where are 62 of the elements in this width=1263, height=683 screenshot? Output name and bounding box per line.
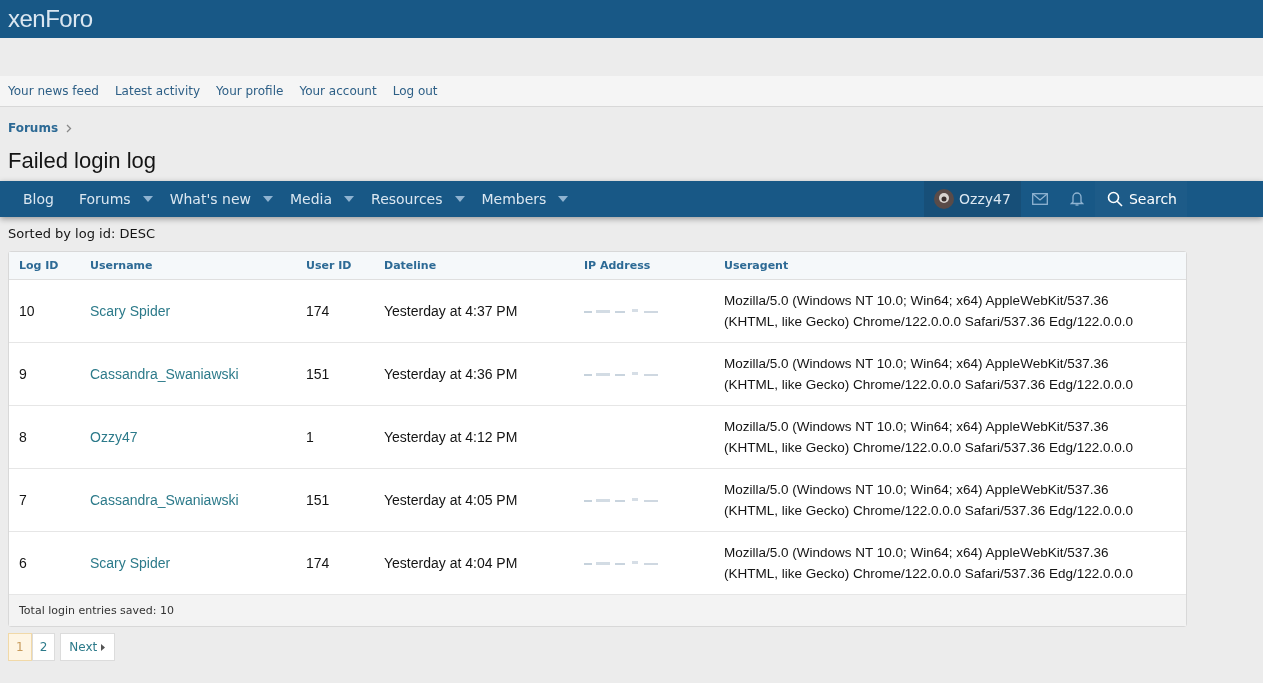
caret-icon[interactable] [454,196,465,202]
table-cell: 9 [9,342,80,406]
caret-right-icon [101,643,107,651]
table-cell: 7 [9,468,80,532]
column-header: Log ID [9,252,80,280]
caret-icon[interactable] [558,196,569,202]
caret-icon[interactable] [142,196,153,202]
envelope-icon[interactable] [1031,193,1048,205]
username-link[interactable]: Cassandra_Swaniawski [90,366,239,382]
nav-tab[interactable]: What's new [156,191,263,207]
column-header: Dateline [374,252,574,280]
table-cell: Mozilla/5.0 (Windows NT 10.0; Win64; x64) AppleWebKit/537.36 (KHTML, like Gecko) Chrome/122.0.0.0 Safari/537.36 Edg/122.0.0.0 [714,468,1186,532]
username-link[interactable]: Scary Spider [90,555,171,571]
table-cell: 8 [9,405,80,469]
nav-tab[interactable]: Blog [10,191,66,207]
table-cell: Yesterday at 4:37 PM [374,279,574,343]
table-cell: 174 [296,531,374,595]
avatar-icon [934,189,955,209]
table-cell: Mozilla/5.0 (Windows NT 10.0; Win64; x64) AppleWebKit/537.36 (KHTML, like Gecko) Chrome/122.0.0.0 Safari/537.36 Edg/122.0.0.0 [714,342,1186,406]
account-link[interactable]: Your news feed [8,84,99,98]
table-cell: Yesterday at 4:04 PM [374,531,574,595]
username-link[interactable]: Ozzy47 [90,429,138,445]
caret-icon[interactable] [262,196,273,202]
table-cell: Mozilla/5.0 (Windows NT 10.0; Win64; x64) AppleWebKit/537.36 (KHTML, like Gecko) Chrome/122.0.0.0 Safari/537.36 Edg/122.0.0.0 [714,279,1186,343]
account-link[interactable]: Log out [392,84,438,98]
table-cell: 151 [296,342,374,406]
table-cell: Yesterday at 4:12 PM [374,405,574,469]
account-link[interactable]: Your profile [216,84,284,98]
page-title: Failed login log [8,147,157,175]
column-header: Useragent [714,252,1186,280]
bell-icon[interactable] [1069,191,1084,207]
account-link[interactable]: Latest activity [114,84,201,98]
username-link[interactable]: Cassandra_Swaniawski [90,492,239,508]
table-cell: Mozilla/5.0 (Windows NT 10.0; Win64; x64) AppleWebKit/537.36 (KHTML, like Gecko) Chrome/122.0.0.0 Safari/537.36 Edg/122.0.0.0 [714,531,1186,595]
table-footer: Total login entries saved: 10 [9,595,1186,626]
nav-tab[interactable]: Forums [65,191,143,207]
sort-note: Sorted by log id: DESC [7,225,156,243]
table-cell: Mozilla/5.0 (Windows NT 10.0; Win64; x64) AppleWebKit/537.36 (KHTML, like Gecko) Chrome/122.0.0.0 Safari/537.36 Edg/122.0.0.0 [714,405,1186,469]
nav-tab[interactable]: Media [276,191,345,207]
username-link[interactable]: Scary Spider [90,303,171,319]
table-cell: 10 [9,279,80,343]
column-header: User ID [296,252,374,280]
logo[interactable]: xenForo [8,5,93,33]
next-button[interactable]: Next [60,633,116,661]
nav-tab[interactable]: Resources [358,191,455,207]
table-cell: 1 [296,405,374,469]
table-cell: 174 [296,279,374,343]
table-cell: Yesterday at 4:05 PM [374,468,574,532]
caret-icon[interactable] [344,196,355,202]
account-link[interactable]: Your account [299,84,377,98]
search-button[interactable]: Search [1094,181,1187,217]
table-cell: 151 [296,468,374,532]
column-header: Username [80,252,296,280]
table-cell: Yesterday at 4:36 PM [374,342,574,406]
nav-tab[interactable]: Members [468,191,559,207]
page-link[interactable]: 2 [31,633,56,661]
breadcrumb-link[interactable]: Forums [8,121,59,135]
search-icon [1106,191,1123,207]
chevron-right-icon [66,123,73,133]
user-menu[interactable]: Ozzy47 [924,181,1021,217]
column-header: IP Address [574,252,714,280]
table-cell: 6 [9,531,80,595]
